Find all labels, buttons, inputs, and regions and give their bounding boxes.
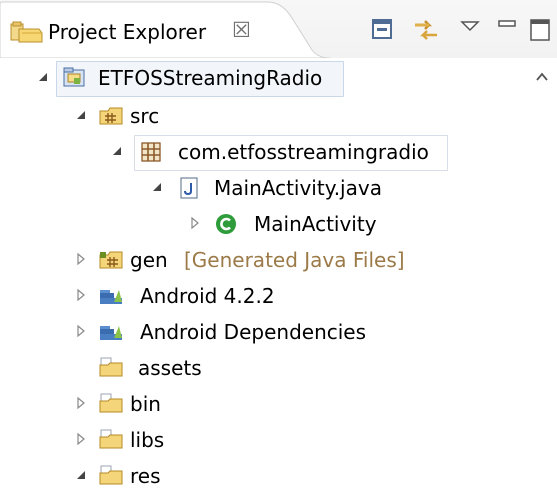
expanded-arrow-icon[interactable] xyxy=(74,108,88,122)
tree-item-label: gen xyxy=(130,248,168,272)
view-tab-bar: Project Explorer ☒ xyxy=(0,0,557,58)
expanded-arrow-icon[interactable] xyxy=(36,70,50,84)
tree-item-gen[interactable]: gen [Generated Java Files] xyxy=(0,242,540,278)
tree-item-java-file[interactable]: MainActivity.java xyxy=(0,170,540,206)
project-tree[interactable]: ETFOSStreamingRadio src com.etfosstreami… xyxy=(0,58,557,488)
project-explorer-icon xyxy=(10,21,43,43)
folder-icon xyxy=(99,465,123,485)
tree-item-label: Android Dependencies xyxy=(140,320,367,344)
tree-item-decoration: [Generated Java Files] xyxy=(184,248,405,272)
scroll-up-arrow-icon[interactable] xyxy=(534,70,550,84)
view-menu-icon[interactable] xyxy=(456,16,484,44)
collapsed-arrow-icon[interactable] xyxy=(74,432,88,446)
expanded-arrow-icon[interactable] xyxy=(150,180,164,194)
java-file-icon xyxy=(180,177,198,199)
folder-icon xyxy=(99,393,123,413)
link-with-editor-icon[interactable] xyxy=(412,16,440,44)
library-icon xyxy=(100,290,122,304)
tree-item-class[interactable]: MainActivity xyxy=(0,206,540,242)
class-icon xyxy=(216,214,236,234)
collapsed-arrow-icon[interactable] xyxy=(74,324,88,338)
library-icon xyxy=(100,326,122,340)
tree-item-project[interactable]: ETFOSStreamingRadio xyxy=(0,60,540,97)
tree-item-label: bin xyxy=(130,392,161,416)
tree-item-libs[interactable]: libs xyxy=(0,422,540,458)
tree-item-label: MainActivity.java xyxy=(214,176,382,200)
tree-item-label: MainActivity xyxy=(254,212,377,236)
collapsed-arrow-icon[interactable] xyxy=(74,396,88,410)
tree-item-label: libs xyxy=(130,428,165,452)
collapsed-arrow-icon[interactable] xyxy=(74,288,88,302)
package-icon xyxy=(141,142,161,162)
tab-project-explorer[interactable]: Project Explorer ☒ xyxy=(0,0,330,58)
generated-folder-icon xyxy=(99,251,123,269)
folder-icon xyxy=(99,429,123,449)
tree-item-label: src xyxy=(130,104,160,128)
expanded-arrow-icon[interactable] xyxy=(74,468,88,482)
maximize-icon[interactable] xyxy=(527,16,555,44)
tree-item-android-library[interactable]: Android 4.2.2 xyxy=(0,278,540,314)
folder-icon xyxy=(99,357,123,377)
source-folder-icon xyxy=(99,107,123,125)
tab-label: Project Explorer xyxy=(48,20,207,44)
tree-item-res[interactable]: res xyxy=(0,458,540,494)
tree-item-bin[interactable]: bin xyxy=(0,386,540,422)
collapse-all-icon[interactable] xyxy=(369,16,397,44)
tree-item-android-dependencies[interactable]: Android Dependencies xyxy=(0,314,540,350)
tree-item-src[interactable]: src xyxy=(0,98,540,134)
tree-item-label: Android 4.2.2 xyxy=(140,284,275,308)
tree-item-label: ETFOSStreamingRadio xyxy=(98,66,323,90)
tree-item-label: com.etfosstreamingradio xyxy=(178,140,429,164)
tree-item-assets[interactable]: assets xyxy=(0,350,540,386)
collapsed-arrow-icon[interactable] xyxy=(188,216,202,230)
tree-item-package[interactable]: com.etfosstreamingradio xyxy=(0,134,540,171)
android-project-icon xyxy=(63,67,85,87)
tree-item-label: assets xyxy=(138,356,202,380)
minimize-icon[interactable] xyxy=(494,16,522,44)
tree-item-label: res xyxy=(130,464,161,488)
expanded-arrow-icon[interactable] xyxy=(110,144,124,158)
collapsed-arrow-icon[interactable] xyxy=(74,252,88,266)
close-icon[interactable]: ☒ xyxy=(232,17,251,43)
